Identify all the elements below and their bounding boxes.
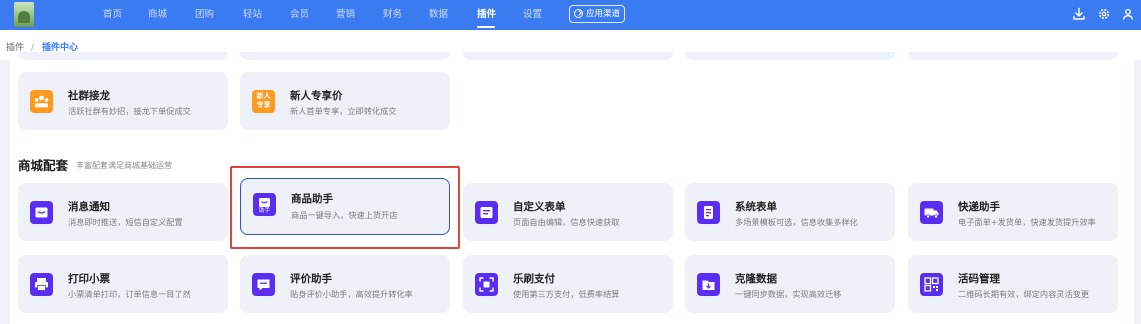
card-title: 消息通知 [68, 201, 110, 213]
nav-item-finance[interactable]: 财务 [383, 0, 402, 30]
card-desc: 电子面单+发货单，快速发货提升效率 [958, 217, 1096, 227]
card-title: 打印小票 [68, 273, 110, 285]
plugin-card-custom-form[interactable]: 自定义表单 页面自由编辑，信息快速获取 [463, 183, 673, 241]
gear-icon[interactable] [1097, 7, 1111, 21]
card-title: 新人专享价 [290, 90, 343, 102]
card-desc: 贴身评价小助手，高效提升转化率 [290, 289, 413, 299]
compass-icon [574, 9, 583, 18]
plugin-card-review-assistant[interactable]: 评价助手 贴身评价小助手，高效提升转化率 [240, 255, 450, 313]
highlight-annotation [230, 166, 460, 249]
user-icon[interactable] [1121, 7, 1135, 21]
nav-item-settings[interactable]: 设置 [523, 0, 542, 30]
new-user-price-icon: 新人专享 [252, 90, 275, 113]
plugin-card-system-form[interactable]: 系统表单 多场景模板可选，信息收集多样化 [685, 183, 895, 241]
nav-item-data[interactable]: 数据 [429, 0, 448, 30]
plugin-card-community-relay[interactable]: 社群接龙 活跃社群有妙招，接龙下单促成交 [18, 72, 228, 130]
nav-item-home[interactable]: 首页 [103, 0, 122, 30]
plugin-card-print-receipt[interactable]: 打印小票 小票清单打印，订单信息一目了然 [18, 255, 228, 313]
card-desc: 消息即时推送，短信自定义配置 [68, 217, 183, 227]
printer-icon [30, 273, 53, 296]
plugin-card-new-user-price[interactable]: 新人专享 新人专享价 新人首单专享，立即转化成交 [240, 72, 450, 130]
nav-item-lightsite[interactable]: 轻站 [243, 0, 262, 30]
card-desc: 一键同步数据，实现高效迁移 [735, 289, 842, 299]
app-channel-label: 应用渠道 [586, 9, 621, 19]
card-title: 社群接龙 [68, 90, 110, 102]
nav-item-mall[interactable]: 商城 [148, 0, 167, 30]
card-title: 自定义表单 [513, 201, 566, 213]
scan-pay-icon [475, 273, 498, 296]
nav-item-marketing[interactable]: 营销 [336, 0, 355, 30]
scrolled-card-stub [908, 52, 1118, 60]
card-desc: 活跃社群有妙招，接龙下单促成交 [68, 106, 191, 116]
card-desc: 二维码长期有效，绑定内容灵活变更 [958, 289, 1090, 299]
card-title: 活码管理 [958, 273, 1000, 285]
section-subtitle: 丰富配套满足商城基础运营 [76, 161, 172, 170]
card-desc: 使用第三方支付，低费率结算 [513, 289, 620, 299]
nav-item-groupbuy[interactable]: 团购 [195, 0, 214, 30]
scrolled-card-stub [685, 52, 895, 60]
card-desc: 小票清单打印，订单信息一目了然 [68, 289, 191, 299]
scrolled-card-stub [240, 52, 450, 60]
plugin-card-leshua-pay[interactable]: 乐刷支付 使用第三方支付，低费率结算 [463, 255, 673, 313]
active-tab-indicator [477, 26, 495, 28]
plugin-card-qrcode-manage[interactable]: 活码管理 二维码长期有效，绑定内容灵活变更 [908, 255, 1118, 313]
card-title: 系统表单 [735, 201, 777, 213]
card-title: 乐刷支付 [513, 273, 555, 285]
top-nav: 首页 商城 团购 轻站 会员 营销 财务 数据 插件 设置 应用渠道 [0, 0, 1141, 30]
section-title: 商城配套 [18, 158, 69, 173]
comment-icon [252, 273, 275, 296]
card-desc: 多场景模板可选，信息收集多样化 [735, 217, 858, 227]
clone-data-icon [697, 273, 720, 296]
plugin-card-message-notify[interactable]: 消息通知 消息即时推送，短信自定义配置 [18, 183, 228, 241]
card-title: 评价助手 [290, 273, 332, 285]
message-icon [30, 201, 53, 224]
form-icon [475, 201, 498, 224]
card-title: 快递助手 [958, 201, 1000, 213]
truck-icon [920, 201, 943, 224]
app-channel-button[interactable]: 应用渠道 [569, 5, 625, 23]
download-icon[interactable] [1072, 7, 1086, 21]
people-icon [30, 90, 53, 113]
scrolled-card-stub [18, 52, 228, 60]
qr-code-icon [920, 273, 943, 296]
store-logo[interactable] [14, 2, 34, 27]
card-title: 克隆数据 [735, 273, 777, 285]
card-desc: 新人首单专享，立即转化成交 [290, 106, 397, 116]
nav-item-member[interactable]: 会员 [290, 0, 309, 30]
card-desc: 页面自由编辑，信息快速获取 [513, 217, 620, 227]
plugin-card-clone-data[interactable]: 克隆数据 一键同步数据，实现高效迁移 [685, 255, 895, 313]
plugin-card-express-assistant[interactable]: 快递助手 电子面单+发货单，快速发货提升效率 [908, 183, 1118, 241]
system-form-icon [697, 201, 720, 224]
scrolled-card-stub [463, 52, 673, 60]
new-user-price-icon-text: 新人专享 [256, 92, 271, 109]
